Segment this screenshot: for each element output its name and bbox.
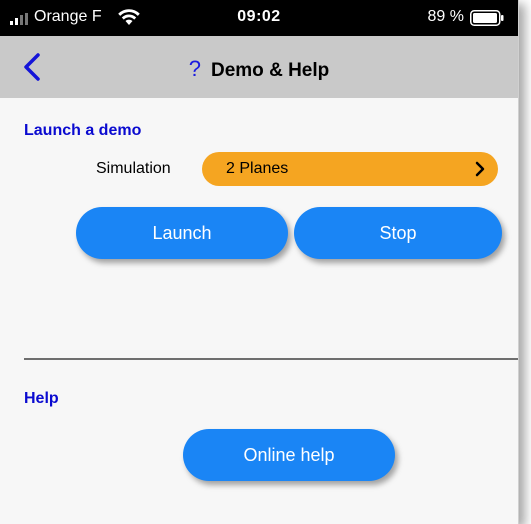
stop-button[interactable]: Stop [294, 207, 502, 259]
question-icon: ? [188, 56, 201, 81]
section-divider [24, 358, 518, 360]
simulation-select[interactable]: 2 Planes [202, 152, 498, 186]
launch-demo-heading: Launch a demo [24, 122, 142, 139]
page-title-text: Demo & Help [211, 60, 330, 81]
launch-button[interactable]: Launch [76, 207, 288, 259]
battery-percentage: 89 % [427, 8, 464, 25]
battery-icon [470, 10, 504, 26]
simulation-label: Simulation [96, 160, 171, 177]
simulation-selected-value: 2 Planes [226, 160, 289, 177]
page-title: ? Demo & Help [0, 56, 518, 82]
help-heading: Help [24, 390, 59, 407]
status-bar: Orange F 09:02 89 % [0, 0, 518, 36]
app-frame: Orange F 09:02 89 % ? Demo & Help Launch … [0, 0, 519, 524]
chevron-right-icon [475, 161, 485, 177]
navigation-bar: ? Demo & Help [0, 36, 518, 98]
online-help-button[interactable]: Online help [183, 429, 395, 481]
